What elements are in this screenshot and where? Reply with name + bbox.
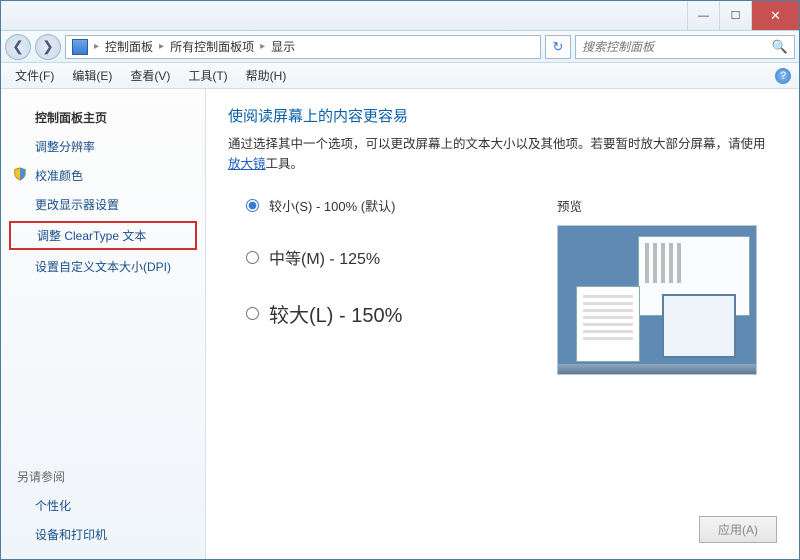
sidebar-custom-dpi[interactable]: 设置自定义文本大小(DPI) bbox=[1, 252, 205, 281]
sidebar-calibrate-color-label: 校准颜色 bbox=[35, 169, 83, 183]
sidebar-cleartype[interactable]: 调整 ClearType 文本 bbox=[9, 221, 197, 250]
sidebar-personalization[interactable]: 个性化 bbox=[1, 491, 205, 520]
search-input[interactable] bbox=[582, 40, 772, 54]
maximize-button[interactable]: ☐ bbox=[719, 1, 751, 30]
sidebar-see-also-heading: 另请参阅 bbox=[1, 462, 205, 491]
sidebar-change-display[interactable]: 更改显示器设置 bbox=[1, 190, 205, 219]
chevron-right-icon: ▸ bbox=[159, 41, 164, 52]
close-button[interactable]: ✕ bbox=[751, 1, 799, 30]
minimize-button[interactable]: — bbox=[687, 1, 719, 30]
navigation-bar: ❮ ❯ ▸ 控制面板 ▸ 所有控制面板项 ▸ 显示 ↻ 🔍 bbox=[1, 31, 799, 63]
radio-smaller-input[interactable] bbox=[246, 199, 259, 212]
sidebar: 控制面板主页 调整分辨率 校准颜色 更改显示器设置 调整 ClearType 文… bbox=[1, 89, 206, 559]
control-panel-icon bbox=[72, 39, 88, 55]
radio-medium[interactable]: 中等(M) - 125% bbox=[246, 245, 527, 269]
page-title: 使阅读屏幕上的内容更容易 bbox=[228, 105, 777, 126]
chevron-right-icon: ▸ bbox=[94, 41, 99, 52]
forward-button[interactable]: ❯ bbox=[35, 34, 61, 60]
apply-row: 应用(A) bbox=[228, 496, 777, 543]
preview-thumbnail bbox=[557, 225, 757, 375]
radio-larger[interactable]: 较大(L) - 150% bbox=[246, 299, 527, 328]
menu-view[interactable]: 查看(V) bbox=[122, 64, 178, 87]
chevron-right-icon: ▸ bbox=[260, 41, 265, 52]
menu-help[interactable]: 帮助(H) bbox=[238, 64, 295, 87]
desc-suffix: 工具。 bbox=[266, 157, 304, 171]
menu-tools[interactable]: 工具(T) bbox=[180, 64, 235, 87]
menu-edit[interactable]: 编辑(E) bbox=[64, 64, 120, 87]
page-description: 通过选择其中一个选项，可以更改屏幕上的文本大小以及其他项。若要暂时放大部分屏幕，… bbox=[228, 134, 777, 174]
radio-medium-input[interactable] bbox=[246, 251, 259, 264]
shield-icon bbox=[13, 167, 27, 181]
preview-window-icon bbox=[576, 286, 640, 362]
radio-medium-label: 中等(M) - 125% bbox=[269, 245, 380, 269]
search-icon[interactable]: 🔍 bbox=[772, 39, 788, 55]
address-bar[interactable]: ▸ 控制面板 ▸ 所有控制面板项 ▸ 显示 bbox=[65, 35, 541, 59]
sidebar-adjust-resolution[interactable]: 调整分辨率 bbox=[1, 132, 205, 161]
menu-file[interactable]: 文件(F) bbox=[7, 64, 62, 87]
window-body: 控制面板主页 调整分辨率 校准颜色 更改显示器设置 调整 ClearType 文… bbox=[1, 89, 799, 559]
back-button[interactable]: ❮ bbox=[5, 34, 31, 60]
sidebar-devices-printers[interactable]: 设备和打印机 bbox=[1, 520, 205, 549]
desc-prefix: 通过选择其中一个选项，可以更改屏幕上的文本大小以及其他项。若要暂时放大部分屏幕，… bbox=[228, 137, 766, 151]
window-titlebar: — ☐ ✕ bbox=[1, 1, 799, 31]
breadcrumb-root[interactable]: 控制面板 bbox=[105, 38, 153, 55]
menu-bar: 文件(F) 编辑(E) 查看(V) 工具(T) 帮助(H) ? bbox=[1, 63, 799, 89]
apply-button[interactable]: 应用(A) bbox=[699, 516, 777, 543]
options-row: 较小(S) - 100% (默认) 中等(M) - 125% 较大(L) - 1… bbox=[228, 196, 777, 375]
help-icon[interactable]: ? bbox=[775, 68, 791, 84]
radio-larger-label: 较大(L) - 150% bbox=[269, 299, 402, 328]
preview-label: 预览 bbox=[557, 196, 777, 215]
breadcrumb-mid[interactable]: 所有控制面板项 bbox=[170, 38, 254, 55]
sidebar-home[interactable]: 控制面板主页 bbox=[1, 103, 205, 132]
breadcrumb-leaf[interactable]: 显示 bbox=[271, 38, 295, 55]
radio-smaller-label: 较小(S) - 100% (默认) bbox=[269, 196, 395, 215]
radio-smaller[interactable]: 较小(S) - 100% (默认) bbox=[246, 196, 527, 215]
size-radio-group: 较小(S) - 100% (默认) 中等(M) - 125% 较大(L) - 1… bbox=[228, 196, 527, 375]
magnifier-link[interactable]: 放大镜 bbox=[228, 157, 266, 171]
sidebar-spacer bbox=[1, 281, 205, 462]
preview-column: 预览 bbox=[557, 196, 777, 375]
radio-larger-input[interactable] bbox=[246, 307, 259, 320]
control-panel-window: — ☐ ✕ ❮ ❯ ▸ 控制面板 ▸ 所有控制面板项 ▸ 显示 ↻ 🔍 文件(F… bbox=[0, 0, 800, 560]
search-box[interactable]: 🔍 bbox=[575, 35, 795, 59]
refresh-button[interactable]: ↻ bbox=[545, 35, 571, 59]
preview-taskbar-icon bbox=[558, 364, 756, 374]
sidebar-calibrate-color[interactable]: 校准颜色 bbox=[1, 161, 205, 190]
content-pane: 使阅读屏幕上的内容更容易 通过选择其中一个选项，可以更改屏幕上的文本大小以及其他… bbox=[206, 89, 799, 559]
preview-window-icon bbox=[662, 294, 736, 358]
